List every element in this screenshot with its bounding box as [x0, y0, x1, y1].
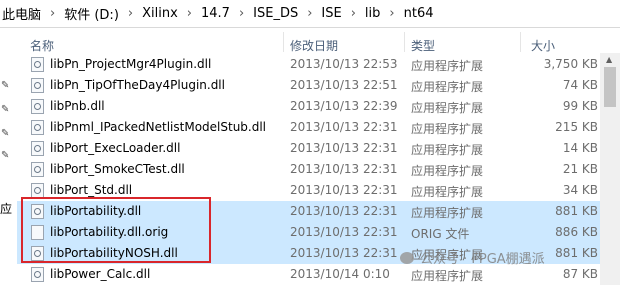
file-modified-date: 2013/10/13 22:31	[290, 183, 398, 197]
dll-file-icon	[31, 141, 44, 156]
generic-file-icon	[31, 225, 44, 240]
file-row[interactable]: libPn_TipOfTheDay4Plugin.dll 2013/10/13 2…	[17, 75, 600, 96]
file-row[interactable]: libPower_Calc.dll 2013/10/14 0:10 应用程序扩展 87…	[17, 264, 600, 285]
file-type: 应用程序扩展	[411, 80, 484, 94]
breadcrumb-chevron-icon[interactable]: ›	[382, 6, 401, 21]
address-bar[interactable]: 此电脑 › 软件 (D:) › Xilinx › 14.7 › ISE_DS › ISE › lib › n…	[0, 0, 620, 28]
file-row[interactable]: libPort_ExecLoader.dll 2013/10/13 22:31 应用…	[17, 138, 600, 159]
breadcrumb-chevron-icon[interactable]: ›	[300, 6, 319, 21]
file-size: 215 KB	[555, 120, 598, 134]
file-name: libPn_ProjectMgr4Plugin.dll	[50, 57, 212, 71]
file-size: 87 KB	[562, 267, 598, 281]
file-type: 应用程序扩展	[411, 269, 484, 283]
file-modified-date: 2013/10/13 22:39	[290, 99, 398, 113]
scrollbar-thumb[interactable]	[604, 67, 616, 107]
file-name: libPort_ExecLoader.dll	[50, 141, 181, 155]
dll-file-icon	[31, 204, 44, 219]
file-modified-date: 2013/10/13 22:31	[290, 246, 398, 260]
file-modified-date: 2013/10/13 22:31	[290, 120, 398, 134]
breadcrumb-item[interactable]: ISE	[319, 6, 343, 21]
file-row[interactable]: libPort_Std.dll 2013/10/13 22:31 应用程序扩展 34 …	[17, 180, 600, 201]
file-row[interactable]: libPortabilityNOSH.dll 2013/10/13 22:31 应用…	[17, 243, 600, 264]
nav-item-label[interactable]: 应	[0, 200, 12, 217]
file-name: libPort_Std.dll	[50, 183, 133, 197]
file-modified-date: 2013/10/13 22:31	[290, 204, 398, 218]
breadcrumb-item[interactable]: 此电脑	[0, 4, 43, 23]
column-header-row: 名称 修改日期 类型 大小	[17, 28, 620, 53]
file-size: 21 KB	[562, 162, 598, 176]
file-type: 应用程序扩展	[411, 59, 484, 73]
column-header-type[interactable]: 类型	[411, 37, 435, 54]
breadcrumb-chevron-icon[interactable]: ›	[344, 6, 363, 21]
column-divider[interactable]	[404, 32, 405, 52]
breadcrumb-chevron-icon[interactable]: ›	[121, 6, 140, 21]
file-name: libPn_TipOfTheDay4Plugin.dll	[50, 78, 225, 92]
file-type: 应用程序扩展	[411, 248, 484, 262]
file-modified-date: 2013/10/14 0:10	[290, 267, 390, 281]
column-divider[interactable]	[283, 32, 284, 52]
file-size: 881 KB	[555, 246, 598, 260]
file-size: 99 KB	[562, 99, 598, 113]
file-size: 3,750 KB	[543, 57, 598, 71]
file-size: 881 KB	[555, 204, 598, 218]
file-type: 应用程序扩展	[411, 164, 484, 178]
file-type: 应用程序扩展	[411, 185, 484, 199]
pin-icon[interactable]: ✎	[1, 80, 9, 91]
file-modified-date: 2013/10/13 22:51	[290, 78, 398, 92]
dll-file-icon	[31, 120, 44, 135]
dll-file-icon	[31, 99, 44, 114]
file-size: 74 KB	[562, 78, 598, 92]
file-name: libPortability.dll.orig	[50, 225, 169, 239]
file-name: libPortabilityNOSH.dll	[50, 246, 178, 260]
file-size: 886 KB	[555, 225, 598, 239]
dll-file-icon	[31, 246, 44, 261]
file-modified-date: 2013/10/13 22:31	[290, 162, 398, 176]
breadcrumb-item[interactable]: lib	[363, 6, 382, 21]
breadcrumb-chevron-icon[interactable]: ›	[43, 6, 62, 21]
dll-file-icon	[31, 183, 44, 198]
file-name: libPort_SmokeCTest.dll	[50, 162, 185, 176]
file-row[interactable]: libPnb.dll 2013/10/13 22:39 应用程序扩展 99 KB	[17, 96, 600, 117]
breadcrumb-item[interactable]: 软件 (D:)	[62, 4, 121, 23]
vertical-scrollbar[interactable]: ▲	[600, 53, 620, 285]
file-type: 应用程序扩展	[411, 206, 484, 220]
pin-icon[interactable]: ✎	[1, 150, 9, 161]
pin-icon[interactable]: ✎	[1, 128, 9, 139]
file-modified-date: 2013/10/13 22:53	[290, 57, 398, 71]
breadcrumb-item[interactable]: Xilinx	[140, 6, 180, 21]
file-type: 应用程序扩展	[411, 122, 484, 136]
dll-file-icon	[31, 162, 44, 177]
file-name: libPower_Calc.dll	[50, 267, 151, 281]
breadcrumb-chevron-icon[interactable]: ›	[232, 6, 251, 21]
file-row[interactable]: libPnml_IPackedNetlistModelStub.dll 2013/…	[17, 117, 600, 138]
navigation-pane: ✎ ✎ ✎ ✎ 应	[0, 28, 17, 285]
breadcrumb-item[interactable]: 14.7	[199, 6, 232, 21]
file-name: libPortability.dll	[50, 204, 142, 218]
file-size: 34 KB	[562, 183, 598, 197]
dll-file-icon	[31, 78, 44, 93]
file-name: libPnb.dll	[50, 99, 105, 113]
file-type: 应用程序扩展	[411, 143, 484, 157]
column-header-date[interactable]: 修改日期	[290, 37, 338, 54]
dll-file-icon	[31, 57, 44, 72]
column-header-size[interactable]: 大小	[531, 37, 555, 54]
file-row[interactable]: libPort_SmokeCTest.dll 2013/10/13 22:31 应用…	[17, 159, 600, 180]
file-modified-date: 2013/10/13 22:31	[290, 225, 398, 239]
column-header-name[interactable]: 名称	[30, 37, 54, 54]
column-divider[interactable]	[520, 32, 521, 52]
file-row[interactable]: libPn_ProjectMgr4Plugin.dll 2013/10/13 22…	[17, 54, 600, 75]
scroll-up-arrow-icon[interactable]: ▲	[606, 55, 612, 64]
file-row[interactable]: libPortability.dll.orig 2013/10/13 22:31 O…	[17, 222, 600, 243]
file-type: 应用程序扩展	[411, 101, 484, 115]
breadcrumb-chevron-icon[interactable]: ›	[180, 6, 199, 21]
breadcrumb-item[interactable]: ISE_DS	[251, 6, 300, 21]
file-size: 14 KB	[562, 141, 598, 155]
file-name: libPnml_IPackedNetlistModelStub.dll	[50, 120, 267, 134]
pin-icon[interactable]: ✎	[1, 104, 9, 115]
file-row[interactable]: libPortability.dll 2013/10/13 22:31 应用程序扩展…	[17, 201, 600, 222]
file-type: ORIG 文件	[411, 227, 470, 241]
breadcrumb-item[interactable]: nt64	[402, 6, 436, 21]
dll-file-icon	[31, 267, 44, 282]
file-modified-date: 2013/10/13 22:31	[290, 141, 398, 155]
